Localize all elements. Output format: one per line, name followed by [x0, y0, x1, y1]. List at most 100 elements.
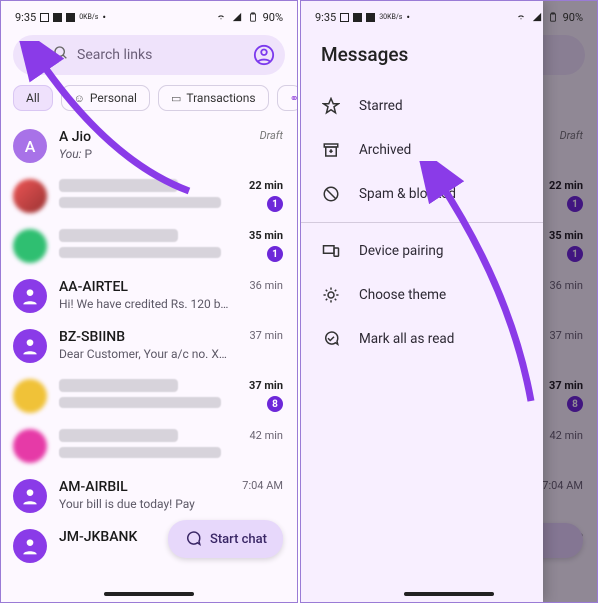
archive-icon: [321, 140, 341, 160]
chip-personal[interactable]: ☺Personal: [61, 85, 150, 111]
status-net-speed: 0KB/s: [79, 14, 98, 21]
search-bar[interactable]: Search links: [13, 35, 285, 75]
avatar: [13, 179, 47, 213]
drawer-item-label: Mark all as read: [359, 331, 454, 347]
status-icon-app1: [353, 13, 362, 22]
conversation-list[interactable]: A A Jio You: P Draft 22 min1 35 min1 AA-…: [1, 121, 297, 563]
phone-screenshot-right: ⚭ Draft 22 min1 35 min1 36 min 37 min 37…: [300, 0, 598, 603]
conversation-name: [59, 429, 178, 442]
drawer-item-label: Starred: [359, 98, 403, 114]
search-placeholder: Search links: [77, 47, 249, 63]
conversation-item[interactable]: BZ-SBIINB Dear Customer, Your a/c no. XX…: [1, 321, 297, 371]
gesture-bar: [104, 592, 194, 596]
filter-chips-row: All ☺Personal ▭Transactions ⚭: [1, 85, 297, 121]
card-icon: ▭: [171, 92, 181, 105]
avatar: [13, 279, 47, 313]
signal-icon: [231, 12, 243, 22]
status-bar: 9:35 0KB/s • 90%: [1, 1, 297, 29]
wifi-icon: [215, 12, 227, 22]
navigation-drawer: Messages Starred Archived Spam & blocked…: [301, 1, 543, 602]
conversation-name: [59, 179, 178, 192]
status-more-dot: •: [406, 11, 410, 24]
chip-transactions[interactable]: ▭Transactions: [158, 85, 269, 111]
drawer-item-archived[interactable]: Archived: [301, 128, 543, 172]
avatar: [13, 379, 47, 413]
account-avatar-button[interactable]: [249, 40, 279, 70]
avatar: A: [13, 129, 47, 163]
conversation-meta: 36 min: [241, 279, 283, 292]
conversation-meta: 7:04 AM: [241, 479, 283, 492]
conversation-name: BZ-SBIINB: [59, 329, 229, 345]
chip-more[interactable]: ⚭: [277, 85, 297, 111]
conversation-item[interactable]: A A Jio You: P Draft: [1, 121, 297, 171]
status-more-dot: •: [102, 11, 106, 24]
drawer-item-device-pairing[interactable]: Device pairing: [301, 229, 543, 273]
conversation-meta: Draft: [241, 129, 283, 142]
drawer-title: Messages: [301, 43, 543, 84]
conversation-name: [59, 379, 178, 392]
drawer-item-starred[interactable]: Starred: [301, 84, 543, 128]
status-icon-app2: [366, 13, 375, 22]
conversation-preview: [59, 447, 221, 458]
conversation-name: AA-AIRTEL: [59, 279, 229, 295]
conversation-item[interactable]: AA-AIRTEL Hi! We have credited Rs. 120 b…: [1, 271, 297, 321]
status-battery-pct: 90%: [563, 11, 583, 24]
conversation-item[interactable]: 42 min: [1, 421, 297, 471]
conversation-meta: 22 min1: [241, 179, 283, 212]
person-icon: ☺: [74, 92, 85, 105]
conversation-name: [59, 229, 178, 242]
phone-screenshot-left: 9:35 0KB/s • 90% Search links All ☺Perso…: [0, 0, 298, 603]
avatar: [13, 229, 47, 263]
status-icon-pip: [40, 13, 49, 22]
unread-badge: 8: [267, 396, 283, 412]
status-battery-pct: 90%: [263, 11, 283, 24]
conversation-preview: [59, 197, 221, 208]
drawer-item-spam-blocked[interactable]: Spam & blocked: [301, 172, 543, 216]
unread-badge: 1: [267, 196, 283, 212]
link-icon: ⚭: [290, 92, 297, 105]
conversation-item[interactable]: AM-AIRBIL Your bill is due today! Pay 7:…: [1, 471, 297, 521]
drawer-separator: [301, 222, 543, 223]
drawer-item-mark-all-read[interactable]: Mark all as read: [301, 317, 543, 361]
drawer-item-label: Choose theme: [359, 287, 446, 303]
conversation-name: AM-AIRBIL: [59, 479, 229, 495]
star-icon: [321, 96, 341, 116]
mark-read-icon: [321, 329, 341, 349]
status-icon-pip: [340, 13, 349, 22]
chip-all[interactable]: All: [13, 85, 53, 111]
conversation-meta: 37 min: [241, 329, 283, 342]
avatar: [13, 429, 47, 463]
theme-icon: [321, 285, 341, 305]
conversation-item[interactable]: 22 min1: [1, 171, 297, 221]
status-time: 9:35: [15, 11, 36, 24]
status-time: 9:35: [315, 11, 336, 24]
drawer-item-label: Spam & blocked: [359, 186, 456, 202]
status-icon-app1: [53, 13, 62, 22]
chat-icon: [184, 530, 202, 548]
conversation-preview: [59, 247, 221, 258]
conversation-item[interactable]: 37 min8: [1, 371, 297, 421]
conversation-meta: 42 min: [241, 429, 283, 442]
status-bar: 9:35 30KB/s • 90%: [301, 1, 597, 29]
conversation-preview: You: P: [59, 147, 229, 161]
battery-icon: [247, 12, 259, 22]
drawer-item-label: Device pairing: [359, 243, 443, 259]
conversation-preview: Your bill is due today! Pay: [59, 497, 229, 511]
conversation-item[interactable]: 35 min1: [1, 221, 297, 271]
hamburger-menu-button[interactable]: [25, 49, 43, 61]
drawer-item-choose-theme[interactable]: Choose theme: [301, 273, 543, 317]
conversation-name: A Jio: [59, 129, 229, 145]
wifi-icon: [515, 12, 527, 22]
drawer-item-label: Archived: [359, 142, 411, 158]
conversation-preview: [59, 397, 221, 408]
gesture-bar: [404, 592, 494, 596]
conversation-preview: Hi! We have credited Rs. 120 by Ama...: [59, 297, 229, 311]
status-net-speed: 30KB/s: [379, 14, 402, 21]
search-icon: [53, 45, 69, 65]
conversation-meta: 37 min8: [241, 379, 283, 412]
avatar: [13, 479, 47, 513]
devices-icon: [321, 241, 341, 261]
avatar: [13, 529, 47, 563]
conversation-meta: 35 min1: [241, 229, 283, 262]
start-chat-fab[interactable]: Start chat: [168, 520, 283, 558]
